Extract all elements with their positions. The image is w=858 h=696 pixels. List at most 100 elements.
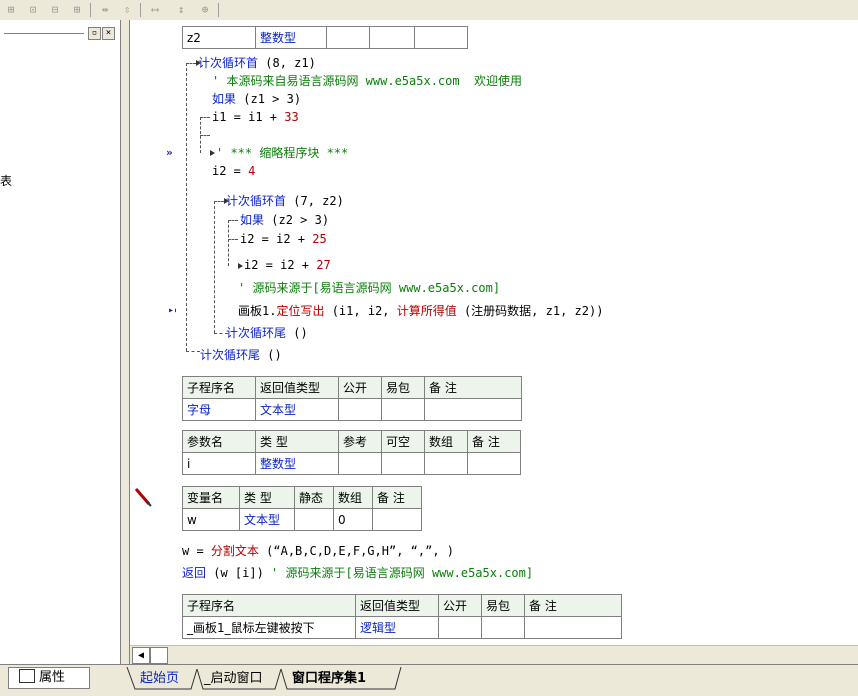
gutter: » ▸▸ — [130, 20, 180, 645]
code-line[interactable]: 计次循环首 (7, z2) — [226, 192, 344, 210]
tab-startup-window[interactable]: _启动窗口 — [204, 669, 263, 689]
object: 画板1. — [238, 304, 277, 318]
height-icon[interactable]: ↕ — [172, 2, 190, 17]
col-header: 参考 — [338, 430, 382, 453]
code-line[interactable]: 画板1.定位写出 (i1, i2, 计算所得值 (注册码数据, z1, z2)) — [238, 302, 603, 320]
width-icon[interactable]: ⟷ — [146, 2, 164, 17]
var-cell[interactable] — [326, 26, 370, 49]
align-right-icon[interactable]: ⊞ — [68, 2, 86, 17]
code-comment[interactable]: ' 源码来源于[易语言源码网 www.e5a5x.com] — [238, 279, 500, 297]
number: 25 — [312, 232, 327, 246]
properties-icon — [19, 669, 35, 683]
sub-return-type[interactable]: 逻辑型 — [355, 616, 439, 639]
sub-table: 子程序名 返回值类型 公开 易包 备 注 字母 文本型 — [182, 376, 522, 421]
var-type[interactable]: 整数型 — [255, 26, 327, 49]
col-header: 易包 — [381, 376, 425, 399]
tab-start-page[interactable]: 起始页 — [140, 669, 179, 689]
expr: w = — [182, 544, 211, 558]
col-header: 备 注 — [524, 594, 622, 617]
col-header: 数组 — [424, 430, 468, 453]
param-type[interactable]: 整数型 — [255, 452, 339, 475]
minimize-button[interactable]: ▫ — [88, 27, 101, 40]
var-cell[interactable] — [294, 508, 334, 531]
sub-name[interactable]: 字母 — [182, 398, 256, 421]
table-header: 变量名 类 型 静态 数组 备 注 — [182, 486, 422, 509]
var-name[interactable]: w — [182, 508, 240, 531]
fold-marker-icon[interactable]: » — [166, 146, 173, 159]
var-cell[interactable] — [372, 508, 422, 531]
table-header: 子程序名 返回值类型 公开 易包 备 注 — [182, 376, 522, 399]
sub-table-2: 子程序名 返回值类型 公开 易包 备 注 _画板1_鼠标左键被按下 逻辑型 — [182, 594, 622, 639]
code-comment[interactable]: ' *** 缩略程序块 *** — [216, 144, 348, 162]
space-v-icon[interactable]: ⇳ — [118, 2, 136, 17]
param-name[interactable]: i — [182, 452, 256, 475]
size-icon[interactable]: ⊕ — [196, 2, 214, 17]
code-editor[interactable]: z2 整数型 计次循环首 (8, z1) ' 本源码来自易语言源码网 www.e… — [176, 20, 858, 645]
toolbar-separator — [90, 3, 91, 17]
param-cell[interactable] — [424, 452, 468, 475]
var-cell[interactable] — [414, 26, 468, 49]
code-comment[interactable]: ' 本源码来自易语言源码网 www.e5a5x.com 欢迎使用 — [212, 72, 522, 90]
code-line[interactable]: 计次循环尾 () — [226, 324, 308, 342]
sub-cell[interactable] — [438, 616, 482, 639]
if-guide — [200, 117, 210, 118]
var-name[interactable]: z2 — [182, 26, 256, 49]
col-header: 参数名 — [182, 430, 256, 453]
var-cell[interactable] — [369, 26, 415, 49]
properties-tab[interactable]: 属性 — [8, 667, 90, 689]
loop-guide — [186, 351, 200, 352]
toolbar: ⊞ ⊡ ⊟ ⊞ ⇹ ⇳ ⟷ ↕ ⊕ — [0, 0, 858, 21]
keyword: 如果 — [212, 92, 237, 106]
col-header: 备 注 — [424, 376, 522, 399]
code-line[interactable]: i1 = i1 + 33 — [212, 108, 299, 126]
sub-name[interactable]: _画板1_鼠标左键被按下 — [182, 616, 356, 639]
code-line[interactable]: i2 = 4 — [212, 162, 255, 180]
param-cell[interactable] — [381, 452, 425, 475]
close-button[interactable]: × — [102, 27, 115, 40]
code-line[interactable]: 计次循环首 (8, z1) — [198, 54, 316, 72]
left-panel-text: 表 — [0, 174, 13, 188]
align-left-icon[interactable]: ⊞ — [2, 2, 20, 17]
table-row: i 整数型 — [182, 452, 521, 475]
table-row: 字母 文本型 — [182, 398, 522, 421]
align-top-icon[interactable]: ⊟ — [46, 2, 64, 17]
scroll-thumb[interactable] — [150, 647, 168, 664]
code-line[interactable]: w = 分割文本 (“A,B,C,D,E,F,G,H”, “,”, ) — [182, 542, 454, 560]
args: () — [260, 348, 282, 362]
sub-return-type[interactable]: 文本型 — [255, 398, 339, 421]
align-center-icon[interactable]: ⊡ — [24, 2, 42, 17]
if-guide — [228, 239, 238, 240]
col-header: 返回值类型 — [355, 594, 439, 617]
var-table: z2 整数型 — [182, 26, 468, 49]
keyword: 计次循环尾 — [226, 326, 287, 340]
var-cell[interactable]: 0 — [333, 508, 373, 531]
toolbar-separator — [218, 3, 219, 17]
if-arrow-icon — [238, 263, 243, 269]
sub-cell[interactable] — [481, 616, 525, 639]
function: 计算所得值 — [396, 304, 457, 318]
code-line[interactable]: 返回 (w [i]) ' 源码来源于[易语言源码网 www.e5a5x.com] — [182, 564, 533, 582]
sub-cell[interactable] — [524, 616, 622, 639]
sub-cell[interactable] — [381, 398, 425, 421]
left-panel-titlebar: ▫ × — [0, 26, 118, 40]
var-type[interactable]: 文本型 — [239, 508, 295, 531]
scroll-left-icon[interactable]: ◀ — [132, 647, 150, 664]
sub-cell[interactable] — [338, 398, 382, 421]
if-arrow-icon — [210, 150, 215, 156]
code-line[interactable]: i2 = i2 + 27 — [244, 256, 331, 274]
sub-cell[interactable] — [424, 398, 522, 421]
code-line[interactable]: 如果 (z1 > 3) — [212, 90, 301, 108]
horizontal-scrollbar[interactable]: ◀ — [130, 645, 858, 664]
code-line[interactable]: 如果 (z2 > 3) — [240, 211, 329, 229]
code-line[interactable]: i2 = i2 + 25 — [240, 230, 327, 248]
param-table: 参数名 类 型 参考 可空 数组 备 注 i 整数型 — [182, 430, 521, 475]
space-h-icon[interactable]: ⇹ — [96, 2, 114, 17]
param-cell[interactable] — [338, 452, 382, 475]
keyword: 返回 — [182, 566, 207, 580]
code-line[interactable]: 计次循环尾 () — [200, 346, 282, 364]
splitter[interactable] — [121, 20, 130, 665]
tab-window-assembly[interactable]: 窗口程序集1 — [292, 669, 366, 689]
col-header: 返回值类型 — [255, 376, 339, 399]
param-cell[interactable] — [467, 452, 521, 475]
keyword: 计次循环尾 — [200, 348, 261, 362]
